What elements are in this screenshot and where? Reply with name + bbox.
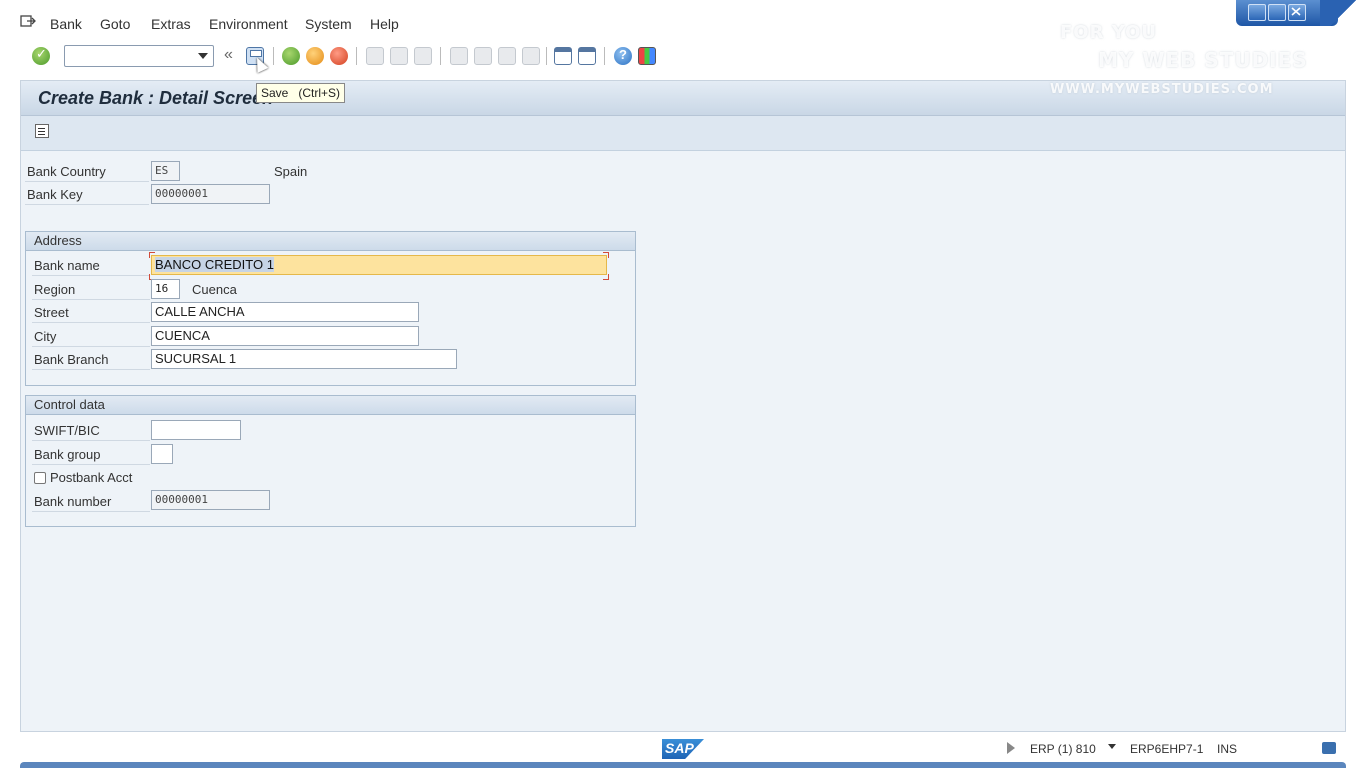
- control-data-group: Control data SWIFT/BIC Bank group Postba…: [25, 395, 636, 527]
- region-field[interactable]: 16: [151, 279, 180, 299]
- label-underline: [32, 511, 150, 512]
- system-info: ERP (1) 810: [1030, 742, 1096, 756]
- bank-key-label: Bank Key: [27, 187, 83, 202]
- label-underline: [32, 275, 150, 276]
- swift-bic-label: SWIFT/BIC: [34, 423, 100, 438]
- save-tooltip: Save (Ctrl+S): [256, 83, 346, 103]
- server-info: ERP6EHP7-1: [1130, 742, 1204, 756]
- label-underline: [32, 369, 150, 370]
- lock-icon: [1322, 742, 1336, 754]
- region-name: Cuenca: [192, 282, 237, 297]
- customize-layout-icon[interactable]: [638, 47, 656, 65]
- label-underline: [25, 204, 149, 205]
- watermark-url: WWW.MYWEBSTUDIES.COM: [1050, 82, 1274, 97]
- enter-icon[interactable]: [32, 46, 50, 65]
- bank-name-value: BANCO CREDITO 1: [155, 257, 274, 272]
- label-underline: [32, 464, 150, 465]
- previous-page-icon: [474, 47, 492, 65]
- toolbar-separator: [273, 47, 274, 65]
- print-icon: [366, 47, 384, 65]
- window-controls-tail: [1320, 0, 1366, 26]
- bank-number-field: 00000001: [151, 490, 270, 510]
- address-group-title: Address: [34, 233, 82, 248]
- bottom-border: [20, 762, 1346, 768]
- postbank-acct-label: Postbank Acct: [50, 470, 133, 485]
- menu-goto[interactable]: Goto: [100, 16, 130, 32]
- bank-country-field: ES: [151, 161, 180, 181]
- street-label: Street: [34, 305, 69, 320]
- help-icon[interactable]: [614, 47, 632, 65]
- menu-system[interactable]: System: [305, 16, 352, 32]
- bank-number-label: Bank number: [34, 494, 112, 509]
- input-mode: INS: [1217, 742, 1238, 756]
- label-underline: [32, 299, 150, 300]
- exit-icon[interactable]: [306, 47, 324, 65]
- toolbar-separator: [546, 47, 547, 65]
- expand-status-icon[interactable]: [1007, 742, 1015, 754]
- menu-exit-icon[interactable]: [20, 14, 36, 28]
- cancel-icon[interactable]: [330, 47, 348, 65]
- city-label: City: [34, 329, 57, 344]
- street-field[interactable]: CALLE ANCHA: [151, 302, 419, 322]
- find-icon: [390, 47, 408, 65]
- menu-bank[interactable]: Bank: [50, 16, 82, 32]
- city-field[interactable]: CUENCA: [151, 326, 419, 346]
- menu-help[interactable]: Help: [370, 16, 399, 32]
- focus-corner: [603, 274, 609, 280]
- chevron-down-icon[interactable]: [198, 53, 208, 59]
- label-underline: [25, 181, 149, 182]
- region-label: Region: [34, 282, 76, 297]
- maximize-button[interactable]: [1268, 4, 1286, 21]
- bank-key-field: 00000001: [151, 184, 270, 204]
- menu-extras[interactable]: Extras: [151, 16, 191, 32]
- toolbar-separator: [356, 47, 357, 65]
- focus-corner: [149, 252, 155, 258]
- menu-bar: Bank Goto Extras Environment System Help: [0, 0, 1366, 40]
- page-title: Create Bank : Detail Screen: [38, 88, 274, 108]
- toolbar-separator: [440, 47, 441, 65]
- bank-group-label: Bank group: [34, 447, 101, 462]
- sap-logo-text: SAP: [665, 740, 694, 756]
- shortcut-icon[interactable]: [578, 47, 596, 65]
- bank-name-label: Bank name: [34, 258, 100, 273]
- address-group: Address Bank name BANCO CREDITO 1 Region…: [25, 231, 636, 386]
- watermark-line2: MY WEB STUDIES: [1098, 48, 1308, 72]
- label-underline: [32, 440, 150, 441]
- bank-branch-label: Bank Branch: [34, 352, 109, 367]
- back-icon[interactable]: [282, 47, 300, 65]
- main-screen: Create Bank : Detail Screen Bank Country…: [20, 80, 1346, 732]
- close-icon: [1291, 7, 1301, 16]
- watermark-line1: FOR YOU: [1060, 22, 1158, 43]
- address-group-header: Address: [26, 232, 635, 251]
- close-button[interactable]: [1288, 4, 1306, 21]
- swift-bic-field[interactable]: [151, 420, 241, 440]
- label-underline: [32, 322, 150, 323]
- control-data-group-title: Control data: [34, 397, 105, 412]
- bank-branch-field[interactable]: SUCURSAL 1: [151, 349, 457, 369]
- new-session-icon[interactable]: [554, 47, 572, 65]
- bank-country-label: Bank Country: [27, 164, 106, 179]
- command-field[interactable]: [64, 45, 214, 67]
- toolbar-separator: [604, 47, 605, 65]
- minimize-button[interactable]: [1248, 4, 1266, 21]
- postbank-acct-checkbox[interactable]: [34, 472, 46, 484]
- bank-group-field[interactable]: [151, 444, 173, 464]
- chevron-down-icon[interactable]: [1108, 744, 1116, 749]
- details-icon[interactable]: [35, 124, 49, 138]
- focus-corner: [603, 252, 609, 258]
- first-page-icon: [450, 47, 468, 65]
- bank-name-field[interactable]: BANCO CREDITO 1: [151, 255, 607, 275]
- last-page-icon: [522, 47, 540, 65]
- find-next-icon: [414, 47, 432, 65]
- control-data-group-header: Control data: [26, 396, 635, 415]
- menu-environment[interactable]: Environment: [209, 16, 288, 32]
- collapse-command-icon[interactable]: «: [224, 46, 233, 64]
- application-toolbar: [21, 116, 1345, 151]
- next-page-icon: [498, 47, 516, 65]
- label-underline: [32, 346, 150, 347]
- bank-country-name: Spain: [274, 164, 308, 179]
